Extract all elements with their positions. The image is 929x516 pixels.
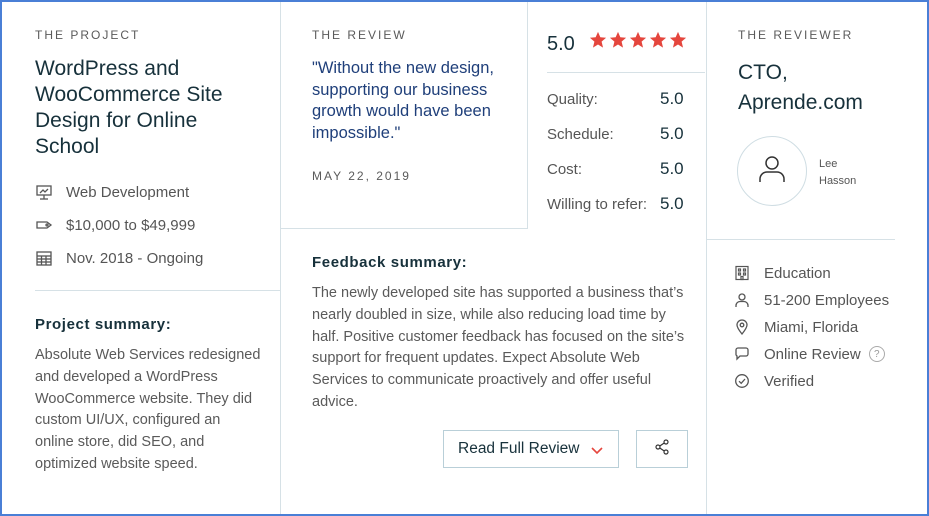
reviewer-review-type: Online Review ? [733,345,885,363]
reviewer-first-name: Lee [819,158,838,170]
review-divider [281,228,527,229]
rating-schedule-label: Schedule: [547,126,614,143]
reviewer-role: CTO, Aprende.com [738,61,863,114]
calendar-icon [35,249,53,267]
project-title: WordPress and WooCommerce Site Design fo… [35,57,223,158]
review-quote: "Without the new design, supporting our … [312,59,494,142]
feedback-summary-text: The newly developed site has supported a… [312,285,685,410]
read-full-review-label: Read Full Review [458,440,580,457]
reviewer-industry-text: Education [764,264,831,282]
project-summary-text: Absolute Web Services redesigned and dev… [35,347,261,472]
rating-divider-v [527,2,528,229]
project-timeline-text: Nov. 2018 - Ongoing [66,249,204,267]
rating-refer-value: 5.0 [660,194,684,213]
rating-quality-label: Quality: [547,91,598,108]
star-icon [629,31,647,48]
check-circle-icon [733,372,751,390]
reviewer-employees: 51-200 Employees [733,291,889,309]
star-icon [669,31,687,48]
project-section-label: THE PROJECT [35,28,141,42]
share-button[interactable] [636,430,688,468]
reviewer-location-text: Miami, Florida [764,318,859,336]
reviewer-industry: Education [733,264,831,282]
project-service-text: Web Development [66,183,190,201]
user-icon [755,152,789,191]
chat-bubble-icon [733,345,751,363]
column-divider-right [706,2,707,514]
reviewer-name: Lee Hasson [819,156,856,190]
rating-cost-label: Cost: [547,161,583,178]
project-divider [35,290,280,291]
star-icon [589,31,607,48]
avatar [737,136,807,206]
star-icon [649,31,667,48]
rating-divider-h [547,72,705,73]
reviewer-section-label: THE REVIEWER [738,28,854,42]
project-budget: $10,000 to $49,999 [35,216,195,234]
column-divider-left [280,2,281,514]
rating-refer-label: Willing to refer: [547,196,648,213]
reviewer-verified: Verified [733,372,814,390]
reviewer-last-name: Hasson [819,175,857,187]
chevron-down-icon [590,443,604,461]
share-icon [653,438,671,461]
building-icon [733,264,751,282]
presentation-icon [35,183,53,201]
reviewer-review-type-text: Online Review [764,345,861,363]
star-rating [589,31,687,49]
price-tag-icon [35,216,53,234]
rating-schedule-value: 5.0 [660,124,684,143]
project-budget-text: $10,000 to $49,999 [66,216,196,234]
reviewer-employees-text: 51-200 Employees [764,291,890,309]
project-timeline: Nov. 2018 - Ongoing [35,249,203,267]
project-service: Web Development [35,183,189,201]
rating-quality-value: 5.0 [660,89,684,108]
reviewer-location: Miami, Florida [733,318,858,336]
read-full-review-button[interactable]: Read Full Review [443,430,619,468]
person-icon [733,291,751,309]
feedback-summary-heading: Feedback summary: [312,254,468,271]
review-section-label: THE REVIEW [312,28,407,42]
overall-score: 5.0 [547,33,575,55]
star-icon [609,31,627,48]
help-icon[interactable]: ? [868,346,885,362]
review-date: MAY 22, 2019 [312,169,411,183]
rating-cost-value: 5.0 [660,159,684,178]
reviewer-divider [707,239,895,240]
location-pin-icon [733,318,751,336]
project-summary-heading: Project summary: [35,316,172,333]
reviewer-verified-text: Verified [764,372,815,390]
